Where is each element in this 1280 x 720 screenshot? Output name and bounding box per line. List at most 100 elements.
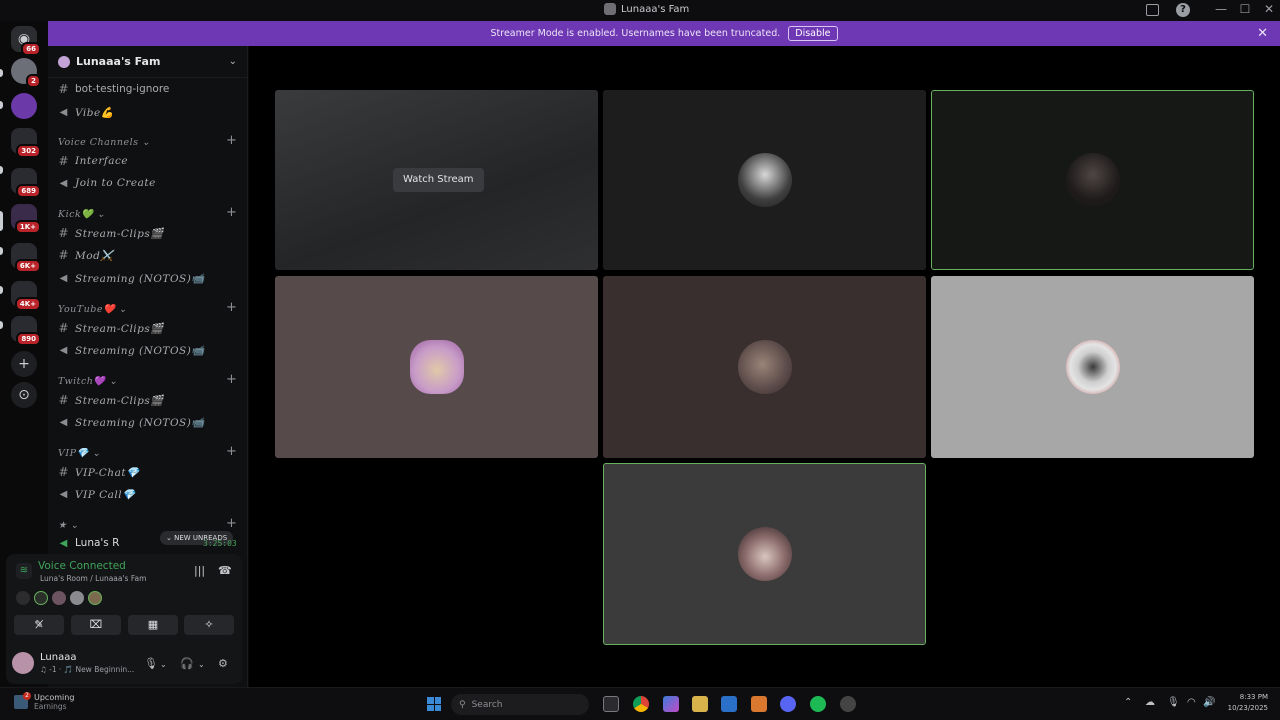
add-channel-icon[interactable]: + — [226, 516, 237, 531]
channel-label: Stream-Clips🎬 — [75, 322, 164, 335]
guild-header[interactable]: Lunaaa's Fam ⌄ — [48, 46, 247, 78]
activities-button[interactable]: ▦ — [128, 615, 178, 635]
channel-vip-chat[interactable]: # VIP-Chat💎 — [58, 463, 140, 481]
maximize-button[interactable]: ☐ — [1238, 2, 1252, 16]
cloud-icon[interactable]: ☁ — [1145, 697, 1155, 708]
server-indicator — [0, 247, 3, 255]
server-folder-4[interactable]: 6K+ — [11, 243, 41, 273]
taskbar-search[interactable]: ⚲ Search — [451, 694, 589, 715]
voice-status[interactable]: Voice Connected — [38, 560, 126, 572]
server-folder-2[interactable]: 689 — [11, 168, 41, 198]
channel-kick-mod[interactable]: # Mod⚔️ — [58, 246, 114, 264]
server-folder-5[interactable]: 4K+ — [11, 281, 41, 311]
channel-lunas-room[interactable]: ◀ Luna's R — [58, 534, 120, 552]
channel-tw-stream-clips[interactable]: # Stream-Clips🎬 — [58, 391, 164, 409]
category-voice-channels[interactable]: Voice Channels ⌄ — [58, 135, 151, 149]
wifi-icon[interactable]: ◠ — [1187, 697, 1196, 708]
watch-stream-button[interactable]: Watch Stream — [393, 168, 484, 192]
channel-vibe[interactable]: ◀ Vibe💪 — [58, 103, 114, 121]
voice-location[interactable]: Luna's Room / Lunaaa's Fam — [40, 574, 146, 583]
disconnect-icon[interactable]: ☎ — [218, 564, 232, 577]
add-server-button[interactable]: + — [11, 351, 37, 377]
noise-suppression-icon[interactable]: ||| — [194, 564, 205, 577]
search-placeholder: Search — [471, 699, 503, 710]
voice-connected-panel: ≋ Voice Connected Luna's Room / Lunaaa's… — [6, 554, 242, 684]
add-channel-icon[interactable]: + — [226, 133, 237, 148]
close-banner-icon[interactable]: ✕ — [1257, 26, 1268, 41]
category-youtube[interactable]: YouTube❤️ ⌄ — [58, 302, 127, 316]
chevron-up-icon[interactable]: ⌃ — [1124, 697, 1132, 708]
file-explorer-icon[interactable] — [692, 696, 708, 712]
category-star[interactable]: ★ ⌄ — [58, 518, 79, 532]
server-indicator — [0, 69, 3, 77]
participant-tile-speaking[interactable] — [603, 463, 926, 645]
category-twitch[interactable]: Twitch💜 ⌄ — [58, 374, 118, 388]
soundboard-button[interactable]: ✧ — [184, 615, 234, 635]
help-icon[interactable]: ? — [1176, 3, 1190, 17]
discord-icon[interactable] — [780, 696, 796, 712]
chrome-icon[interactable] — [633, 696, 649, 712]
volume-icon[interactable]: 🔊 — [1203, 697, 1215, 708]
participant-tile[interactable] — [603, 276, 926, 458]
participant-tile[interactable] — [603, 90, 926, 270]
category-vip[interactable]: VIP💎 ⌄ — [58, 446, 101, 460]
add-channel-icon[interactable]: + — [226, 372, 237, 387]
chevron-down-icon[interactable]: ⌄ — [160, 660, 167, 669]
stream-tile[interactable]: Watch Stream — [275, 90, 598, 270]
add-channel-icon[interactable]: + — [226, 300, 237, 315]
participant-avatar[interactable] — [34, 591, 48, 605]
close-window-button[interactable]: ✕ — [1262, 2, 1276, 16]
widgets-button[interactable]: 2 Upcoming Earnings — [14, 692, 74, 711]
channel-yt-stream-clips[interactable]: # Stream-Clips🎬 — [58, 319, 164, 337]
speaker-icon: ◀ — [59, 488, 68, 500]
participant-tile-speaking[interactable] — [931, 90, 1254, 270]
participant-tile[interactable] — [275, 276, 598, 458]
app-icon[interactable] — [840, 696, 856, 712]
inbox-icon[interactable] — [1146, 4, 1159, 16]
server-icon-2[interactable] — [11, 93, 37, 119]
participant-avatar[interactable] — [70, 591, 84, 605]
app-icon[interactable] — [751, 696, 767, 712]
task-view-icon[interactable] — [603, 696, 619, 712]
home-button[interactable]: ◉ 66 — [11, 26, 41, 56]
hash-icon: # — [58, 248, 69, 262]
participant-avatar[interactable] — [16, 591, 30, 605]
headphones-icon[interactable]: 🎧 — [180, 657, 194, 670]
participant-avatar[interactable] — [88, 591, 102, 605]
copilot-icon[interactable] — [663, 696, 679, 712]
windows-start-icon[interactable] — [427, 697, 441, 711]
system-clock[interactable]: 8:33 PM 10/23/2025 — [1228, 692, 1268, 714]
spotify-icon[interactable] — [810, 696, 826, 712]
participant-tile[interactable] — [931, 276, 1254, 458]
disable-streamer-mode-button[interactable]: Disable — [788, 26, 838, 41]
minimize-button[interactable]: — — [1214, 2, 1228, 16]
server-folder-3[interactable]: 1K+ — [11, 204, 41, 234]
channel-yt-streaming[interactable]: ◀ Streaming (NOTOS)📹 — [58, 341, 205, 359]
server-folder-6[interactable]: 890 — [11, 316, 41, 346]
channel-vip-call[interactable]: ◀ VIP Call💎 — [58, 485, 136, 503]
server-folder-1[interactable]: 302 — [11, 128, 41, 158]
microphone-icon[interactable]: 🎙 — [1167, 697, 1180, 708]
microphone-icon[interactable]: 🎙 — [144, 657, 158, 670]
channel-kick-streaming[interactable]: ◀ Streaming (NOTOS)📹 — [58, 269, 205, 287]
signal-icon[interactable]: ≋ — [16, 563, 32, 579]
share-screen-button[interactable]: ⌧ — [71, 615, 121, 635]
gear-icon[interactable]: ⚙ — [218, 657, 228, 670]
category-kick[interactable]: Kick💚 ⌄ — [58, 207, 106, 221]
store-icon[interactable] — [721, 696, 737, 712]
channel-interface[interactable]: # Interface — [58, 152, 128, 170]
channel-bot-testing[interactable]: # bot-testing-ignore — [58, 80, 169, 98]
server-icon-1[interactable]: 2 — [11, 58, 41, 88]
channel-tw-streaming[interactable]: ◀ Streaming (NOTOS)📹 — [58, 413, 205, 431]
chevron-down-icon[interactable]: ⌄ — [198, 660, 205, 669]
camera-off-button[interactable]: ✎̸ — [14, 615, 64, 635]
discover-button[interactable]: ⊙ — [11, 382, 37, 408]
server-indicator — [0, 321, 3, 329]
user-name[interactable]: Lunaaa — [40, 652, 76, 663]
participant-avatar[interactable] — [52, 591, 66, 605]
channel-join-to-create[interactable]: ◀ Join to Create — [58, 174, 156, 192]
add-channel-icon[interactable]: + — [226, 444, 237, 459]
add-channel-icon[interactable]: + — [226, 205, 237, 220]
avatar[interactable] — [12, 652, 34, 674]
channel-kick-stream-clips[interactable]: # Stream-Clips🎬 — [58, 224, 164, 242]
